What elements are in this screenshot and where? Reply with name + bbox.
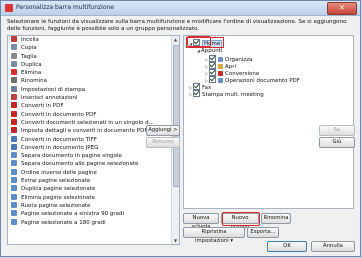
- ribbon-tree[interactable]: ◢ Home ◢Appunti ▷ Organizza ▷ Apri ▷ Convers…: [183, 35, 354, 209]
- feature-icon: [11, 135, 17, 142]
- tree-node-operazioni-pdf[interactable]: ▷ Operazioni documento PDF: [204, 76, 300, 84]
- feature-label: Taglia: [21, 53, 37, 60]
- feature-icon: [11, 160, 17, 167]
- feature-list-item[interactable]: Estrai pagine selezionate: [8, 177, 179, 185]
- feature-icon: [11, 201, 17, 208]
- feature-icon: [11, 177, 17, 184]
- feature-icon: [11, 60, 17, 67]
- stampa-checkbox[interactable]: [193, 90, 200, 97]
- tree-group-appunti-label: Appunti: [201, 48, 223, 54]
- feature-icon: [11, 193, 17, 200]
- feature-label: Converti in documento PDF: [21, 111, 97, 118]
- rename-button[interactable]: Rinomina: [261, 213, 291, 224]
- tree-node-fax[interactable]: ▷ Fax: [188, 83, 211, 91]
- instructions-text: Selezionare le funzioni da visualizzare …: [7, 19, 347, 32]
- feature-list-item[interactable]: Duplica pagine selezionate: [8, 185, 179, 193]
- feature-list-item[interactable]: Ruota pagine selezionate: [8, 201, 179, 210]
- feature-label: Converti in PDF: [21, 103, 64, 110]
- scroll-down-icon[interactable]: ▼: [172, 237, 179, 244]
- reset-settings-dropdown[interactable]: Ripristina impostazioni ▾: [183, 227, 245, 244]
- feature-icon: [11, 143, 17, 150]
- operazioni-checkbox[interactable]: [209, 76, 216, 83]
- feature-icon: [11, 94, 17, 101]
- feature-list-item[interactable]: Elimina pagine selezionate: [8, 193, 179, 202]
- feature-list-item[interactable]: Converti in documento PDF: [8, 110, 179, 119]
- feature-list-item[interactable]: Duplica: [8, 60, 179, 69]
- tree-node-label: Stampa mult. meeting: [202, 92, 264, 98]
- feature-label: Converti in documento JPEG: [21, 144, 99, 151]
- feature-icon: [11, 77, 17, 84]
- feature-icon: [11, 36, 17, 42]
- window-title: Personalizza barra multifunzione: [16, 4, 114, 11]
- feature-label: Converti in documento TIFF: [21, 136, 97, 143]
- feature-label: Ruota pagine selezionate: [21, 202, 91, 209]
- feature-list-item[interactable]: Incolla: [8, 36, 179, 44]
- feature-label: Pagine selezionate a 180 gradi: [21, 219, 106, 226]
- feature-icon: [11, 168, 17, 175]
- feature-list-item[interactable]: Inserisci annotazioni: [8, 94, 179, 102]
- feature-label: Estrai pagine selezionate: [21, 178, 91, 185]
- feature-list-item[interactable]: Taglia: [8, 52, 179, 61]
- tree-node-apri[interactable]: ▷ Apri: [204, 62, 236, 70]
- pdf-operations-icon: [218, 78, 223, 83]
- highlight-home-ring: [187, 36, 211, 47]
- highlight-new-group-ring: [222, 212, 260, 226]
- feature-label: Separa documento alle pagine selezionate: [21, 161, 139, 168]
- feature-icon: [11, 85, 17, 92]
- title-bar: Personalizza barra multifunzione ✕: [1, 1, 360, 16]
- move-up-button[interactable]: Su: [319, 125, 355, 136]
- feature-icon: [11, 127, 17, 134]
- close-button[interactable]: ✕: [327, 2, 357, 15]
- add-button[interactable]: Aggiungi >: [146, 125, 180, 136]
- new-tab-button[interactable]: Nuova scheda: [183, 213, 219, 230]
- feature-label: Copia: [21, 45, 37, 52]
- feature-label: Ordine inverso delle pagine: [21, 169, 97, 176]
- tree-node-stampa-meeting[interactable]: ▷ Stampa mult. meeting: [188, 90, 264, 98]
- feature-icon: [11, 118, 17, 125]
- feature-label: Imposta dettagli e converti in documento…: [21, 128, 148, 135]
- feature-label: Pagine selezionate a sinistra 90 gradi: [21, 211, 124, 218]
- feature-icon: [11, 52, 17, 59]
- feature-label: Converti documenti selezionati in un sin…: [21, 119, 154, 126]
- feature-list-item[interactable]: Separa documento alle pagine selezionate: [8, 160, 179, 168]
- app-icon: [5, 4, 13, 12]
- feature-label: Separa documento in pagine singole: [21, 153, 122, 160]
- feature-label: Impostazioni di stampa: [21, 86, 86, 93]
- feature-label: Elimina: [21, 70, 42, 77]
- feature-icon: [11, 210, 17, 217]
- remove-button[interactable]: Rimuovi: [146, 137, 180, 148]
- feature-label: Duplica pagine selezionate: [21, 186, 96, 193]
- feature-list-item[interactable]: Ordine inverso delle pagine: [8, 168, 179, 177]
- feature-icon: [11, 152, 17, 159]
- move-down-button[interactable]: Giù: [319, 137, 355, 148]
- customize-ribbon-dialog: Personalizza barra multifunzione ✕ Selez…: [0, 0, 361, 257]
- tree-node-organizza[interactable]: ▷ Organizza: [204, 55, 253, 63]
- feature-list-item[interactable]: Pagine selezionate a sinistra 90 gradi: [8, 210, 179, 218]
- feature-icon: [11, 218, 17, 225]
- feature-icon: [11, 185, 17, 192]
- feature-icon: [11, 110, 17, 117]
- feature-label: Rinomina: [21, 78, 47, 85]
- tree-node-label: Operazioni documento PDF: [225, 78, 300, 84]
- feature-label: Duplica: [21, 61, 42, 68]
- tree-group-appunti[interactable]: ◢Appunti: [196, 47, 222, 54]
- feature-list-item[interactable]: Elimina: [8, 69, 179, 77]
- scroll-thumb[interactable]: [173, 45, 179, 187]
- ok-button[interactable]: OK: [267, 241, 307, 252]
- cancel-button[interactable]: Annulla: [311, 241, 355, 252]
- export-button[interactable]: Esporta...: [247, 227, 279, 238]
- feature-list-item[interactable]: Converti in PDF: [8, 102, 179, 110]
- feature-list-item[interactable]: Impostazioni di stampa: [8, 85, 179, 94]
- scroll-up-icon[interactable]: ▲: [172, 36, 179, 43]
- feature-icon: [11, 44, 17, 51]
- feature-label: Incolla: [21, 37, 39, 43]
- feature-list-item[interactable]: Pagine selezionate a 180 gradi: [8, 218, 179, 227]
- feature-list-item[interactable]: Rinomina: [8, 77, 179, 85]
- feature-list-item[interactable]: Separa documento in pagine singole: [8, 152, 179, 160]
- feature-label: Inserisci annotazioni: [21, 95, 78, 102]
- feature-icon: [11, 102, 17, 109]
- feature-list-item[interactable]: Copia: [8, 44, 179, 52]
- feature-icon: [11, 69, 17, 76]
- feature-label: Elimina pagine selezionate: [21, 194, 95, 201]
